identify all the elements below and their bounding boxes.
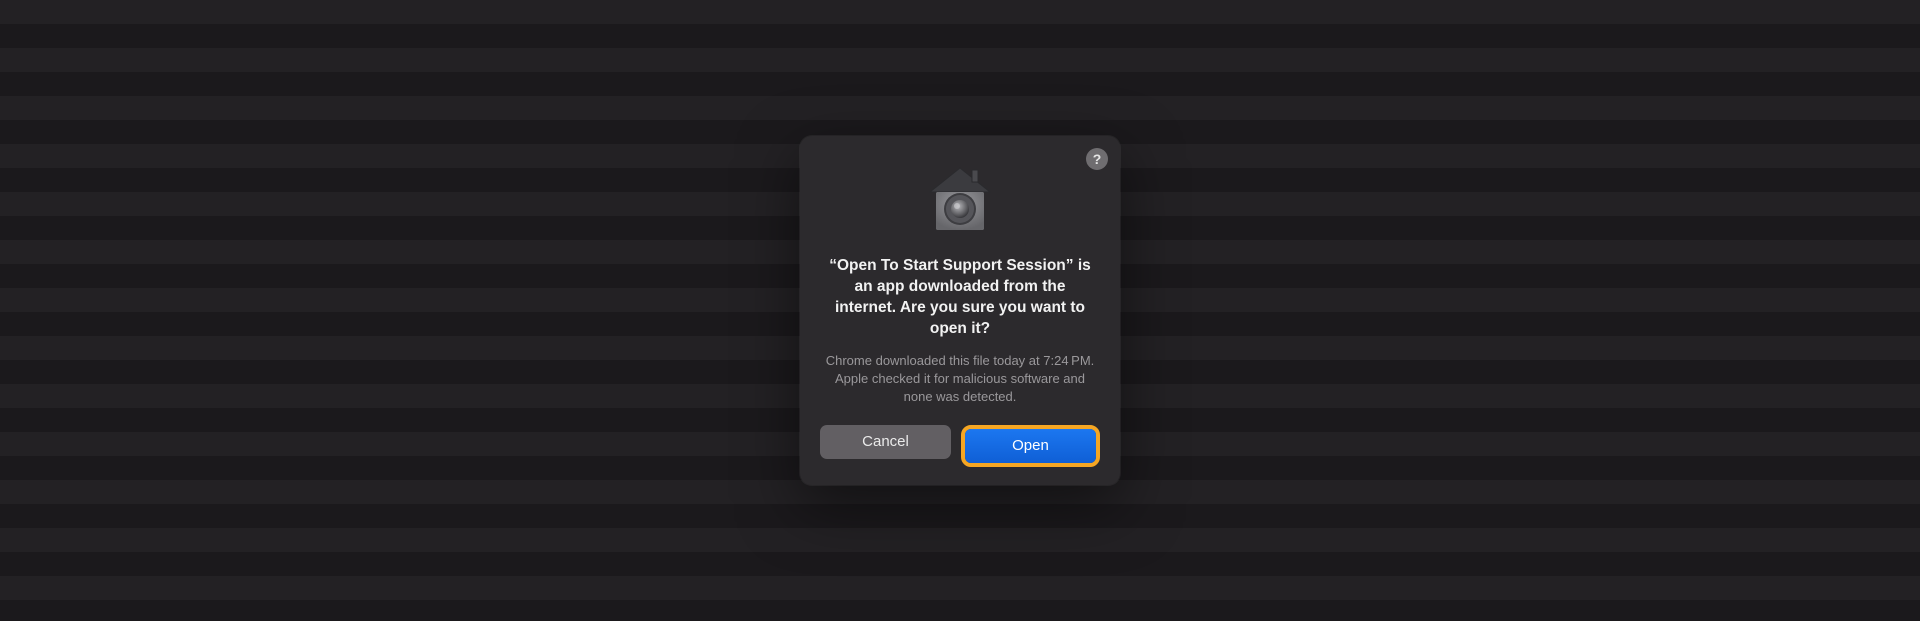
cancel-button[interactable]: Cancel (820, 425, 951, 459)
house-vault-icon (922, 162, 998, 238)
dialog-title: “Open To Start Support Session” is an ap… (820, 256, 1100, 340)
cancel-button-label: Cancel (862, 433, 909, 450)
dialog-button-row: Cancel Open (820, 425, 1100, 467)
help-icon-label: ? (1093, 151, 1102, 167)
gatekeeper-dialog: ? (800, 136, 1120, 484)
open-button[interactable]: Open (965, 429, 1096, 463)
help-button[interactable]: ? (1086, 148, 1108, 170)
dialog-subtitle: Chrome downloaded this file today at 7:2… (820, 352, 1100, 407)
gatekeeper-icon (820, 162, 1100, 238)
open-button-label: Open (1012, 437, 1049, 454)
open-button-highlight: Open (961, 425, 1100, 467)
